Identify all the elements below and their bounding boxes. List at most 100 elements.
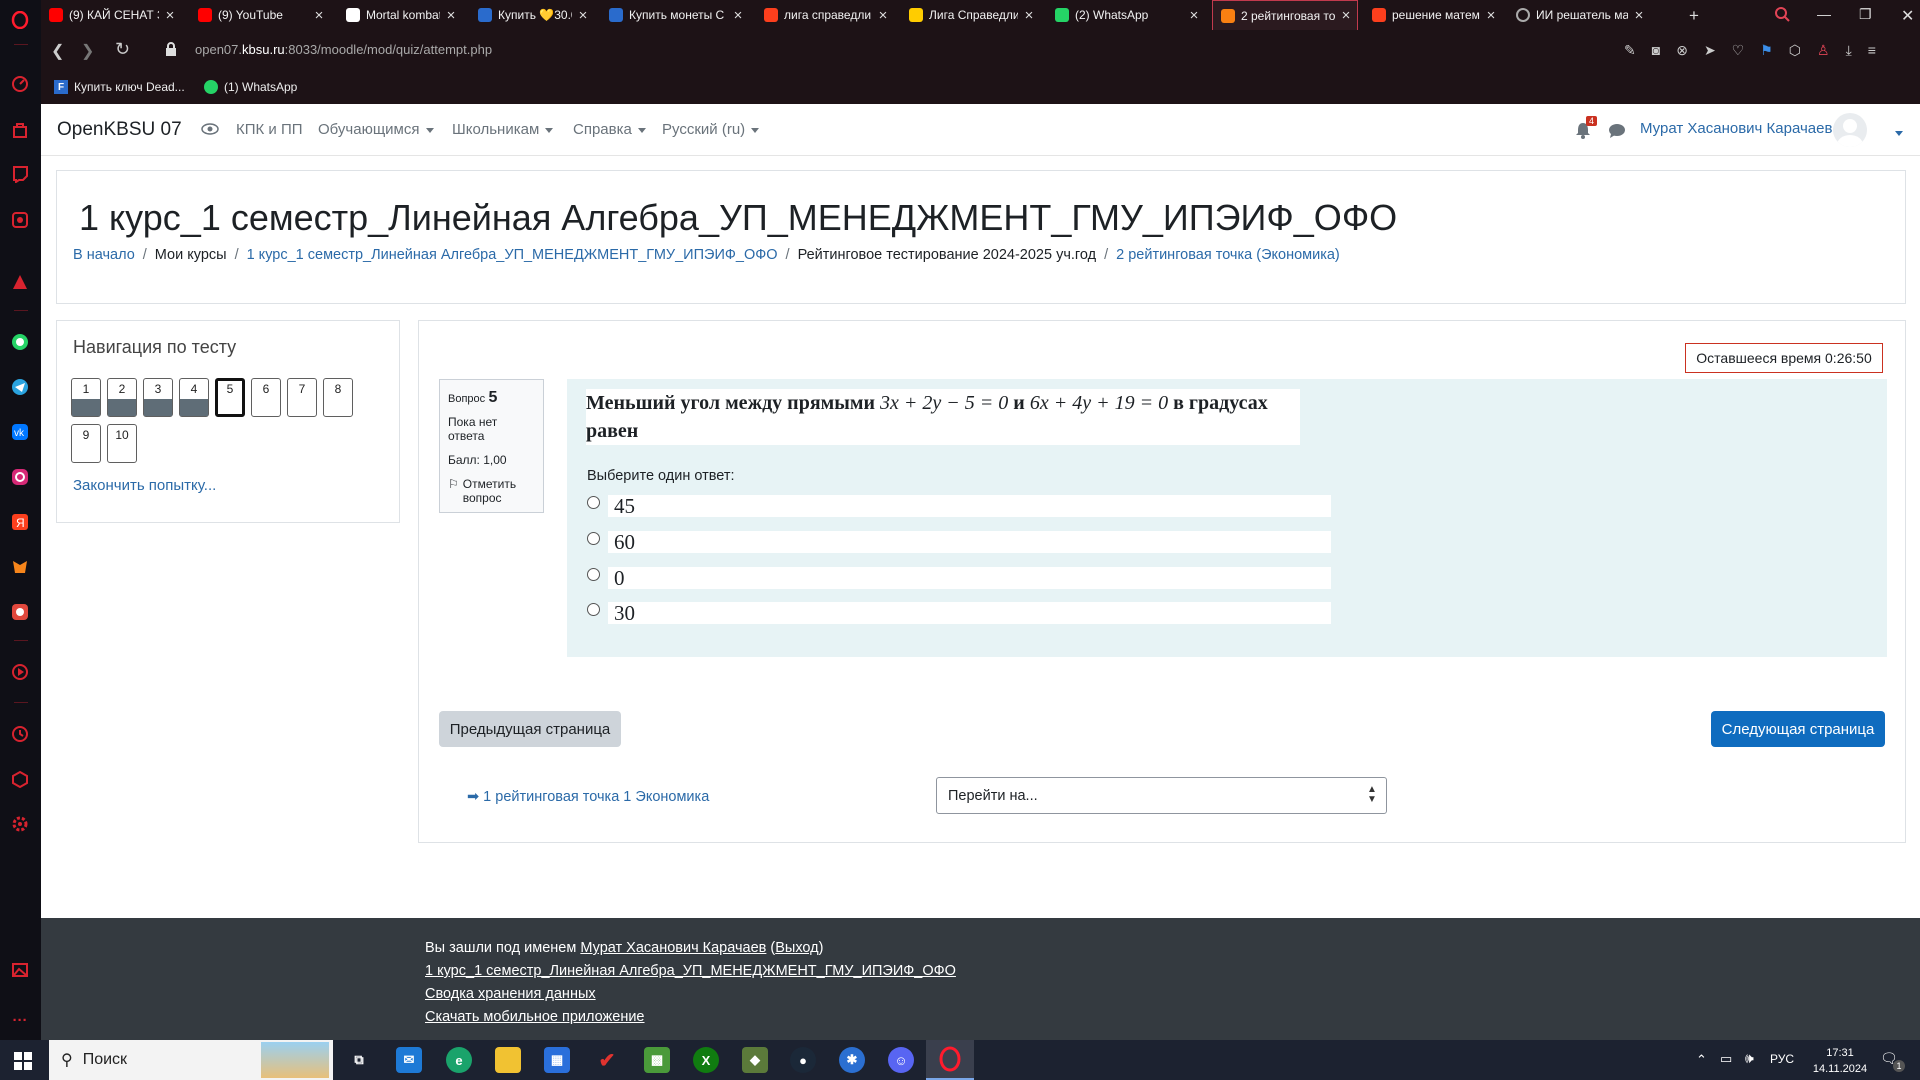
clock[interactable]: 17:31 14.11.2024 bbox=[1810, 1045, 1870, 1077]
answer-radio[interactable] bbox=[587, 568, 600, 581]
search-tabs-icon[interactable] bbox=[1774, 6, 1790, 22]
task-view-icon[interactable]: ⧉ bbox=[346, 1047, 372, 1073]
shopping-bag-icon[interactable] bbox=[8, 118, 32, 142]
whatsapp-icon[interactable] bbox=[8, 330, 32, 354]
forward-arrow-icon[interactable]: ❯ bbox=[81, 41, 94, 61]
close-window-icon[interactable]: ✕ bbox=[1901, 6, 1914, 26]
quiz-nav-button-6[interactable]: 6 bbox=[251, 378, 281, 417]
answer-option[interactable]: 45 bbox=[587, 493, 1331, 517]
discord-icon[interactable]: ☺ bbox=[888, 1047, 914, 1073]
footer-user-link[interactable]: Мурат Хасанович Карачаев bbox=[580, 940, 766, 956]
language-indicator[interactable]: РУС bbox=[1770, 1052, 1794, 1066]
close-tab-icon[interactable]: × bbox=[308, 7, 330, 24]
menu-language[interactable]: Русский (ru) bbox=[662, 121, 760, 138]
back-arrow-icon[interactable]: ❮ bbox=[51, 41, 64, 61]
footer-course-link[interactable]: 1 курс_1 семестр_Линейная Алгебра_УП_МЕН… bbox=[425, 963, 956, 979]
extensions-cube-icon[interactable] bbox=[8, 767, 32, 791]
twitch-icon[interactable] bbox=[8, 162, 32, 186]
network-icon[interactable]: ▭ bbox=[1720, 1051, 1732, 1067]
data-retention-link[interactable]: Сводка хранения данных bbox=[425, 986, 596, 1002]
game-app-icon[interactable] bbox=[8, 600, 32, 624]
answer-value[interactable]: 30 bbox=[608, 602, 1331, 624]
cube-extension-icon[interactable]: ⬡ bbox=[1789, 42, 1801, 59]
answer-value[interactable]: 45 bbox=[608, 495, 1331, 517]
restore-icon[interactable]: ❐ bbox=[1859, 6, 1872, 23]
answer-radio[interactable] bbox=[587, 532, 600, 545]
next-page-button[interactable]: Следующая страница bbox=[1711, 711, 1885, 747]
menu-help[interactable]: Справка bbox=[573, 121, 646, 138]
mail-icon[interactable]: ✉ bbox=[396, 1047, 422, 1073]
browser-tab[interactable]: Mortal kombat m× bbox=[338, 0, 462, 30]
reload-icon[interactable]: ↻ bbox=[115, 39, 130, 60]
close-tab-icon[interactable]: × bbox=[572, 7, 594, 24]
close-tab-icon[interactable]: × bbox=[1018, 7, 1040, 24]
avatar[interactable] bbox=[1833, 113, 1867, 147]
quiz-nav-button-3[interactable]: 3 bbox=[143, 378, 173, 417]
browser-tab[interactable]: (9) YouTube × bbox=[190, 0, 330, 30]
answer-option[interactable]: 60 bbox=[587, 529, 1331, 553]
close-tab-icon[interactable]: × bbox=[440, 7, 462, 24]
instagram-icon[interactable] bbox=[8, 465, 32, 489]
browser-tab[interactable]: Купить 💛30.000× bbox=[470, 0, 594, 30]
breadcrumb-home[interactable]: В начало bbox=[73, 247, 135, 263]
quiz-nav-button-8[interactable]: 8 bbox=[323, 378, 353, 417]
close-tab-icon[interactable]: × bbox=[872, 7, 894, 24]
store-icon[interactable]: ▦ bbox=[544, 1047, 570, 1073]
answer-value[interactable]: 0 bbox=[608, 567, 1331, 589]
bookmark-item[interactable]: F Купить ключ Dead... bbox=[54, 80, 185, 94]
minecraft-icon[interactable]: ▩ bbox=[644, 1047, 670, 1073]
edge-icon[interactable]: e bbox=[446, 1047, 472, 1073]
user-menu-caret-icon[interactable] bbox=[1889, 124, 1903, 141]
adblock-icon[interactable]: ⊗ bbox=[1676, 42, 1688, 59]
tray-overflow-icon[interactable]: ⌃ bbox=[1696, 1052, 1707, 1068]
menu-kpk[interactable]: КПК и ПП bbox=[236, 121, 303, 138]
xbox-icon[interactable]: X bbox=[693, 1047, 719, 1073]
steam-icon[interactable]: ● bbox=[790, 1047, 816, 1073]
user-menu-name[interactable]: Мурат Хасанович Карачаев bbox=[1640, 120, 1832, 137]
quiz-nav-button-5[interactable]: 5 bbox=[215, 378, 245, 417]
menu-students[interactable]: Обучающимся bbox=[318, 121, 434, 138]
answer-option[interactable]: 0 bbox=[587, 565, 1331, 589]
battle-net-icon[interactable]: ✱ bbox=[839, 1047, 865, 1073]
more-dots-icon[interactable]: ··· bbox=[8, 1008, 32, 1032]
answer-value[interactable]: 60 bbox=[608, 531, 1331, 553]
browser-tab[interactable]: Лига Справедли × bbox=[901, 0, 1040, 30]
edit-icon[interactable]: ✎ bbox=[1624, 42, 1636, 59]
lock-icon[interactable] bbox=[165, 42, 177, 56]
close-tab-icon[interactable]: × bbox=[1480, 7, 1502, 24]
opera-logo-icon[interactable] bbox=[8, 8, 32, 32]
new-tab-plus-icon[interactable]: + bbox=[1689, 6, 1699, 26]
crypto-wallet-icon[interactable] bbox=[8, 208, 32, 232]
yandex-icon[interactable]: Я bbox=[8, 510, 32, 534]
camera-icon[interactable]: ◙ bbox=[1652, 42, 1660, 59]
taskbar-search[interactable]: ⚲ Поиск bbox=[49, 1040, 333, 1080]
eye-icon[interactable] bbox=[201, 122, 219, 136]
browser-tab[interactable]: решение матема × bbox=[1364, 0, 1502, 30]
menu-lines-icon[interactable]: ≡ bbox=[1868, 42, 1876, 59]
flag-extension-icon[interactable]: ⚑ bbox=[1760, 42, 1773, 59]
browser-tab[interactable]: 2 рейтинговая то × bbox=[1212, 0, 1358, 30]
windows-start-icon[interactable] bbox=[14, 1052, 32, 1070]
url-field[interactable]: open07.kbsu.ru:8033/moodle/mod/quiz/atte… bbox=[195, 42, 492, 57]
breadcrumb-quiz[interactable]: 2 рейтинговая точка (Экономика) bbox=[1116, 247, 1340, 263]
vk-icon[interactable]: vk bbox=[8, 420, 32, 444]
gallery-icon[interactable] bbox=[8, 958, 32, 982]
browser-tab[interactable]: ИИ решатель ма × bbox=[1508, 0, 1650, 30]
minecraft-launcher-icon[interactable]: ◆ bbox=[742, 1047, 768, 1073]
answer-radio[interactable] bbox=[587, 496, 600, 509]
quiz-nav-button-1[interactable]: 1 bbox=[71, 378, 101, 417]
profile-icon[interactable]: ♙ bbox=[1817, 42, 1830, 59]
site-brand[interactable]: OpenKBSU 07 bbox=[57, 119, 182, 141]
flag-question[interactable]: ⚐ Отметить вопрос bbox=[448, 477, 535, 505]
download-icon[interactable]: ⤓ bbox=[1846, 42, 1852, 59]
messages-chat-icon[interactable] bbox=[1608, 123, 1626, 139]
settings-gear-icon[interactable] bbox=[8, 812, 32, 836]
player-icon[interactable] bbox=[8, 660, 32, 684]
previous-page-button[interactable]: Предыдущая страница bbox=[439, 711, 621, 747]
quiz-nav-button-10[interactable]: 10 bbox=[107, 424, 137, 463]
close-tab-icon[interactable]: × bbox=[727, 7, 749, 24]
browser-tab[interactable]: (2) WhatsApp × bbox=[1047, 0, 1205, 30]
metamask-icon[interactable] bbox=[8, 555, 32, 579]
browser-tab[interactable]: (9) КАЙ СЕНАТ ЗА× bbox=[41, 0, 181, 30]
file-explorer-icon[interactable] bbox=[495, 1047, 521, 1073]
